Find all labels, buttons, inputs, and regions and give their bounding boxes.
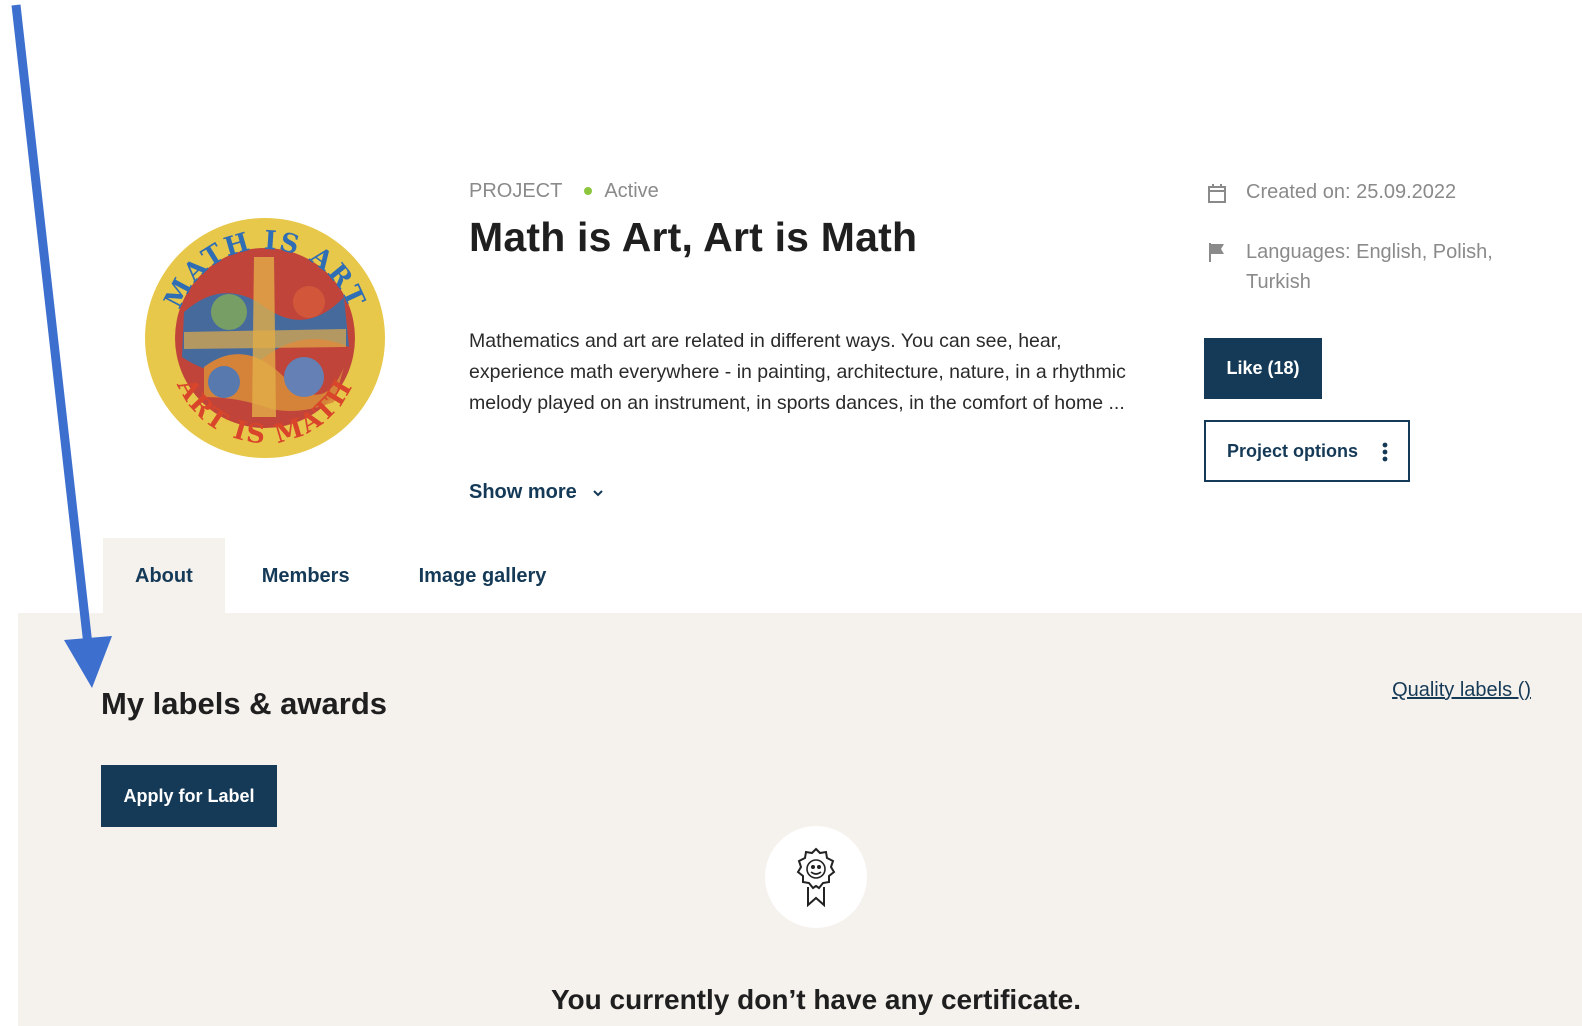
project-options-button[interactable]: Project options <box>1204 420 1410 482</box>
tab-members[interactable]: Members <box>262 538 350 614</box>
empty-certificate-message: You currently don’t have any certificate… <box>550 984 1082 1015</box>
flag-icon <box>1209 243 1224 262</box>
like-button[interactable]: Like (18) <box>1204 338 1322 399</box>
tab-image-gallery[interactable]: Image gallery <box>419 538 547 614</box>
tab-bar: About Members Image gallery <box>103 538 546 614</box>
award-badge-container <box>765 826 867 928</box>
show-more-button[interactable]: Show more <box>469 481 605 504</box>
quality-labels-link[interactable]: Quality labels () <box>1392 679 1531 702</box>
project-description: Mathematics and art are related in diffe… <box>469 330 1126 414</box>
project-header: PROJECT Active <box>469 178 1169 204</box>
created-date: Created on: 25.09.2022 <box>1206 181 1456 205</box>
chevron-down-icon <box>593 489 603 496</box>
status-dot <box>584 187 593 195</box>
more-vertical-icon <box>1382 442 1388 462</box>
award-badge-icon <box>796 847 836 908</box>
calendar-icon <box>1208 184 1226 203</box>
project-type-line: PROJECT Active <box>469 178 1169 204</box>
created-date-text: Created on: 25.09.2022 <box>1246 181 1457 203</box>
show-more-label: Show more <box>469 481 577 503</box>
project-logo: MATH IS ART ART IS MATH <box>145 218 385 458</box>
apply-for-label-button[interactable]: Apply for Label <box>101 765 277 827</box>
languages: Languages: English, Polish, Turkish <box>1206 237 1536 297</box>
languages-text: Languages: English, Polish, Turkish <box>1246 241 1493 293</box>
labels-section-title: My labels & awards <box>101 686 388 721</box>
project-options-label: Project options <box>1227 440 1359 461</box>
status-label: Active <box>604 179 659 202</box>
page-title: Math is Art, Art is Math <box>469 214 918 260</box>
project-type-label: PROJECT <box>469 179 563 202</box>
tab-about[interactable]: About <box>103 538 225 614</box>
